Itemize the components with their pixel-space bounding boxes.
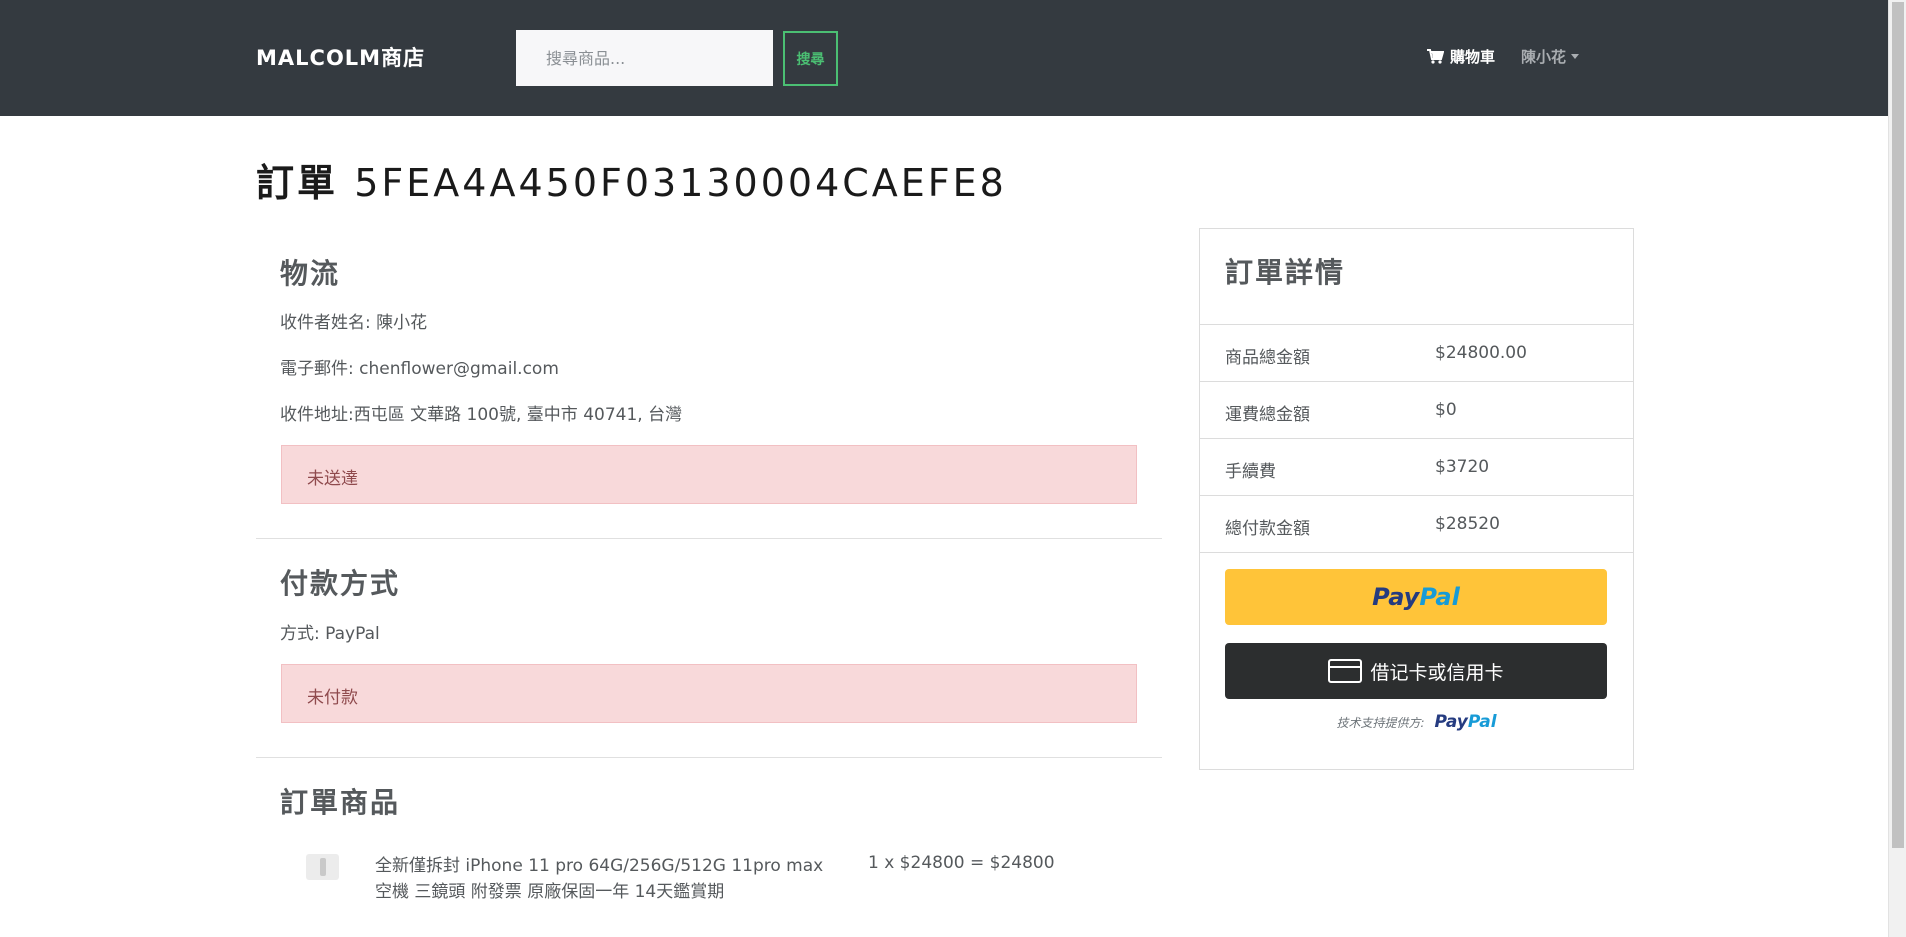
payment-method-value: PayPal <box>325 624 380 644</box>
user-menu-dropdown[interactable]: 陳小花 <box>1521 46 1580 67</box>
chevron-down-icon <box>1571 54 1580 59</box>
paypal-logo: PayPal <box>1434 712 1496 732</box>
card-button-label: 借记卡或信用卡 <box>1370 661 1504 684</box>
powered-by-paypal: 技术支持提供方: PayPal <box>1200 712 1633 732</box>
email-line: 電子郵件: chenflower@gmail.com <box>280 354 559 379</box>
section-divider <box>256 757 1162 758</box>
summary-row-fee: 手續費 $3720 <box>1200 438 1633 495</box>
scrollbar-thumb[interactable] <box>1892 2 1904 848</box>
summary-row-amount: $28520 <box>1435 514 1500 534</box>
shipping-title: 物流 <box>280 257 341 290</box>
summary-row-shipping: 運費總金額 $0 <box>1200 381 1633 438</box>
search-button[interactable]: 搜尋 <box>783 31 838 86</box>
summary-row-amount: $24800.00 <box>1435 343 1527 363</box>
summary-title: 訂單詳情 <box>1225 256 1346 289</box>
recipient-label: 收件者姓名: <box>280 313 371 333</box>
navbar: MALCOLM商店 搜尋 購物車 陳小花 <box>0 0 1888 116</box>
summary-row-amount: $0 <box>1435 400 1457 420</box>
paypal-button[interactable]: Pay Pal <box>1225 569 1607 625</box>
order-title-prefix: 訂單 <box>256 161 339 205</box>
paypal-logo-pal: Pal <box>1419 583 1460 611</box>
summary-row-amount: $3720 <box>1435 457 1490 477</box>
summary-row-label: 運費總金額 <box>1225 405 1310 425</box>
recipient-name: 陳小花 <box>376 313 428 333</box>
payment-method-label: 方式: <box>280 624 320 644</box>
shipping-status-alert: 未送達 <box>281 445 1137 504</box>
order-summary-card: 訂單詳情 商品總金額 $24800.00 運費總金額 $0 手續費 $3720 … <box>1199 228 1634 770</box>
order-items-title: 訂單商品 <box>280 786 401 819</box>
summary-row-label: 總付款金額 <box>1225 519 1310 539</box>
debit-credit-card-button[interactable]: 借记卡或信用卡 <box>1225 643 1607 699</box>
summary-row-label: 手續費 <box>1225 462 1276 482</box>
product-name-link[interactable]: 全新僅拆封 iPhone 11 pro 64G/256G/512G 11pro … <box>375 853 835 905</box>
section-divider <box>256 538 1162 539</box>
product-price-line: 1 x $24800 = $24800 <box>868 853 1055 873</box>
summary-divider <box>1200 552 1633 553</box>
cart-icon <box>1427 49 1444 64</box>
product-thumbnail[interactable] <box>306 854 339 880</box>
order-id: 5FEA4A450F03130004CAEFE8 <box>354 161 1007 205</box>
address-value: 西屯區 文華路 100號, 臺中市 40741, 台灣 <box>353 405 683 425</box>
search-input[interactable] <box>516 30 773 86</box>
brand-logo[interactable]: MALCOLM商店 <box>256 42 425 72</box>
credit-card-icon <box>1328 659 1363 683</box>
page-title: 訂單 5FEA4A450F03130004CAEFE8 <box>256 152 1007 207</box>
address-line: 收件地址:西屯區 文華路 100號, 臺中市 40741, 台灣 <box>280 400 682 425</box>
summary-row-subtotal: 商品總金額 $24800.00 <box>1200 324 1633 381</box>
payment-title: 付款方式 <box>280 567 401 600</box>
vertical-scrollbar[interactable] <box>1888 0 1906 937</box>
summary-row-total: 總付款金額 $28520 <box>1200 495 1633 552</box>
user-name: 陳小花 <box>1521 48 1567 66</box>
cart-link[interactable]: 購物車 <box>1427 46 1495 67</box>
paypal-logo-pay: Pay <box>1372 583 1420 611</box>
payment-status-alert: 未付款 <box>281 664 1137 723</box>
address-label: 收件地址: <box>280 405 354 425</box>
summary-row-label: 商品總金額 <box>1225 348 1310 368</box>
payment-method-line: 方式: PayPal <box>280 619 380 644</box>
email-value: chenflower@gmail.com <box>359 359 559 379</box>
email-label: 電子郵件: <box>280 359 354 379</box>
recipient-line: 收件者姓名: 陳小花 <box>280 308 427 333</box>
cart-label: 購物車 <box>1450 48 1496 66</box>
powered-by-text: 技术支持提供方: <box>1336 715 1425 730</box>
paypal-logo-pal: Pal <box>1467 712 1497 732</box>
paypal-logo-pay: Pay <box>1434 712 1468 732</box>
